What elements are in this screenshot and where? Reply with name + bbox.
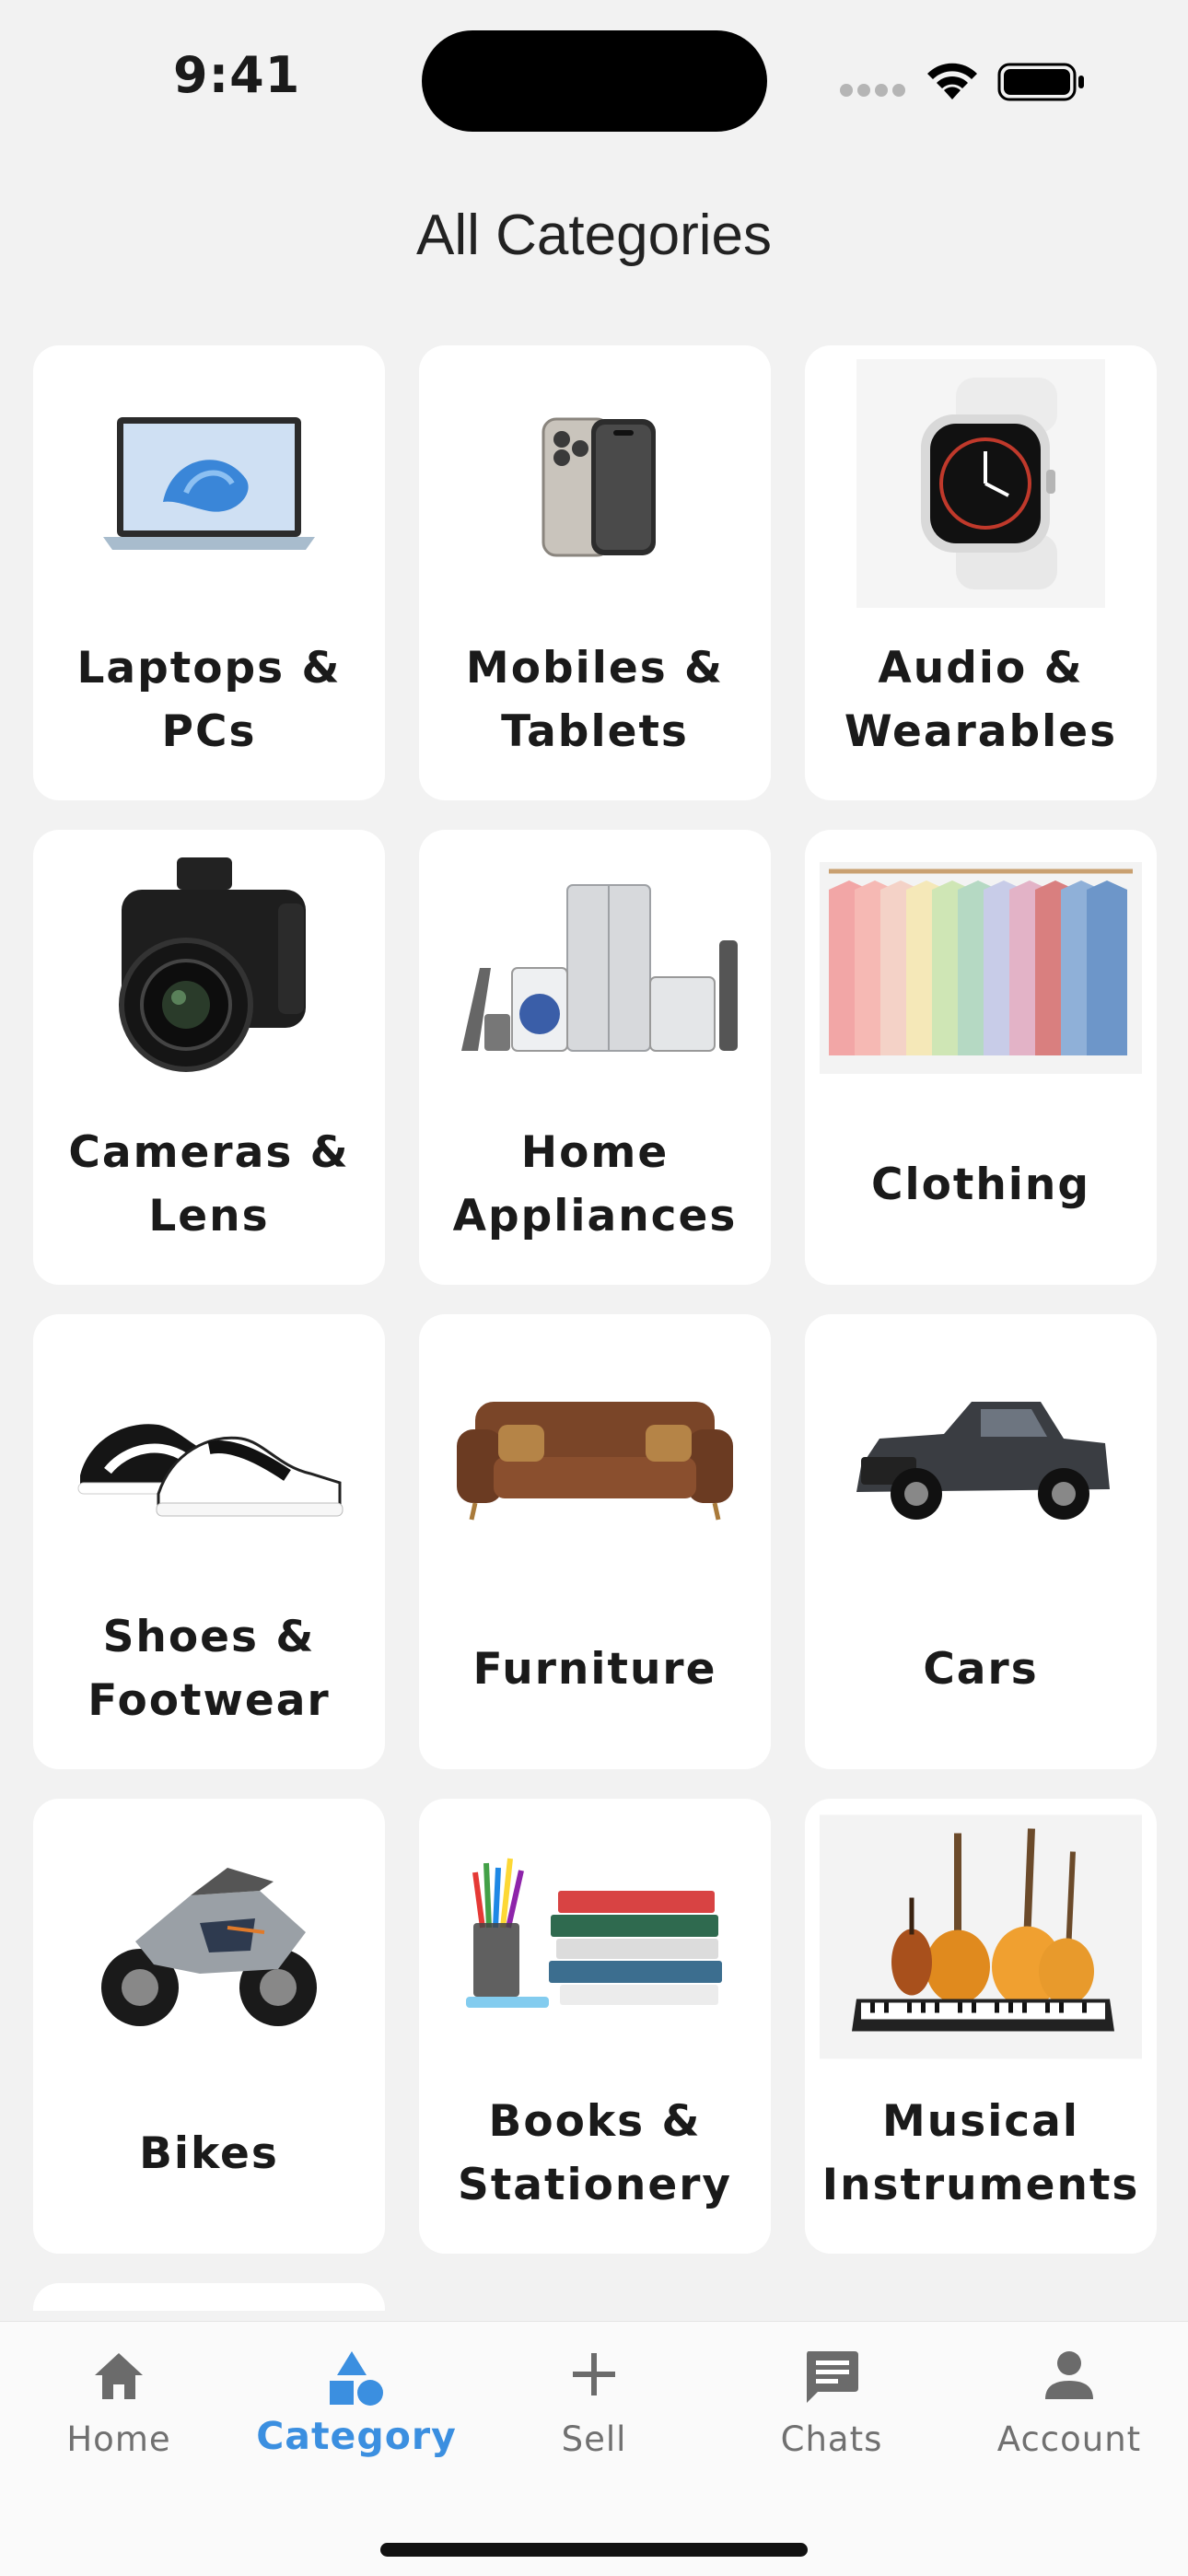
person-icon	[1045, 2351, 1093, 2399]
category-card-cars[interactable]: Cars	[805, 1314, 1157, 1769]
camera-icon	[119, 857, 306, 1072]
category-label: Mobiles & Tablets	[465, 643, 725, 757]
books-icon	[466, 1858, 722, 2008]
category-label: Musical Instruments	[821, 2096, 1140, 2210]
category-card-clothing[interactable]: Clothing	[805, 830, 1157, 1285]
category-label: Shoes & Footwear	[87, 1612, 331, 1726]
category-card-partial[interactable]	[33, 2283, 385, 2311]
dynamic-island	[422, 30, 767, 132]
pickup-truck-icon	[856, 1402, 1110, 1520]
category-shapes-icon	[330, 2351, 383, 2406]
tab-chats[interactable]: Chats	[713, 2322, 950, 2488]
category-card-home-appliances[interactable]: Home Appliances	[419, 830, 771, 1285]
wifi-icon	[927, 63, 977, 99]
motorcycle-icon	[101, 1868, 317, 2026]
category-label: Cameras & Lens	[68, 1127, 350, 1241]
cellular-signal-icon	[840, 84, 905, 97]
category-label: Audio & Wearables	[844, 643, 1118, 757]
status-bar: 9:41	[0, 0, 1188, 157]
category-card-books[interactable]: Books & Stationery	[419, 1799, 771, 2254]
smartwatch-icon	[856, 359, 1105, 608]
tab-label: Account	[996, 2419, 1142, 2459]
plus-icon	[573, 2353, 615, 2395]
category-label: Cars	[923, 1643, 1039, 1695]
page-title: All Categories	[416, 204, 772, 267]
category-label: Bikes	[139, 2127, 279, 2179]
sneakers-icon	[77, 1424, 344, 1517]
clothing-rack-icon	[820, 862, 1142, 1074]
category-card-musical-instruments[interactable]: Musical Instruments	[805, 1799, 1157, 2254]
category-card-furniture[interactable]: Furniture	[419, 1314, 771, 1769]
home-icon	[95, 2353, 143, 2399]
category-card-mobiles[interactable]: Mobiles & Tablets	[419, 345, 771, 800]
smartphone-icon	[542, 417, 656, 557]
category-label: Home Appliances	[452, 1127, 738, 1241]
tab-sell[interactable]: Sell	[475, 2322, 713, 2488]
status-time: 9:41	[173, 46, 301, 104]
tab-category[interactable]: Category	[238, 2322, 475, 2488]
tab-account[interactable]: Account	[950, 2322, 1188, 2488]
tab-label: Chats	[780, 2419, 883, 2459]
category-card-bikes[interactable]: Bikes	[33, 1799, 385, 2254]
category-card-laptops[interactable]: Laptops & PCs	[33, 345, 385, 800]
laptop-icon	[103, 417, 315, 550]
bottom-tab-bar: Home Category Sell Chats Account	[0, 2321, 1188, 2576]
category-label: Books & Stationery	[457, 2096, 733, 2210]
category-label: Clothing	[870, 1159, 1091, 1210]
tab-label: Home	[66, 2419, 171, 2459]
tab-label: Category	[256, 2414, 457, 2458]
category-card-audio[interactable]: Audio & Wearables	[805, 345, 1157, 800]
category-card-cameras[interactable]: Cameras & Lens	[33, 830, 385, 1285]
sofa-icon	[457, 1402, 733, 1521]
chat-bubble-icon	[807, 2351, 858, 2403]
category-label: Furniture	[472, 1643, 717, 1695]
category-label: Laptops & PCs	[76, 643, 342, 757]
home-indicator	[380, 2543, 808, 2557]
tab-home[interactable]: Home	[0, 2322, 238, 2488]
appliances-icon	[461, 884, 738, 1052]
tab-label: Sell	[561, 2419, 627, 2459]
category-card-shoes[interactable]: Shoes & Footwear	[33, 1314, 385, 1769]
instruments-icon	[820, 1814, 1142, 2059]
battery-icon	[997, 63, 1084, 101]
